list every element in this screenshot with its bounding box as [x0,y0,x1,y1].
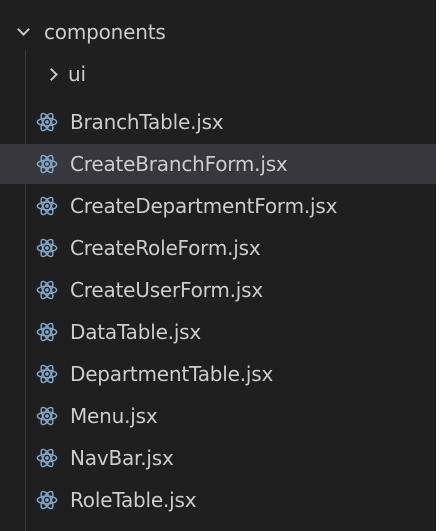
file-item[interactable]: CreateRoleForm.jsx [0,228,436,268]
file-item-label: DepartmentTable.jsx [70,362,274,386]
react-icon [36,279,58,301]
file-item-label: CreateBranchForm.jsx [70,152,288,176]
file-item[interactable]: BranchTable.jsx [0,102,436,142]
file-item[interactable]: CreateDepartmentForm.jsx [0,186,436,226]
file-item-label: Menu.jsx [70,404,158,428]
file-item[interactable]: CreateUserForm.jsx [0,270,436,310]
react-icon [36,237,58,259]
react-icon [36,405,58,427]
file-item-label: CreateUserForm.jsx [70,278,263,302]
react-icon [36,447,58,469]
file-item-label: CreateDepartmentForm.jsx [70,194,338,218]
file-item[interactable]: RoleTable.jsx [0,480,436,520]
chevron-right-icon [40,67,62,81]
chevron-down-icon [12,22,34,36]
folder-ui-label: ui [68,62,86,86]
file-item-label: CreateRoleForm.jsx [70,236,261,260]
react-icon [36,489,58,511]
file-item[interactable]: DataTable.jsx [0,312,436,352]
file-item[interactable]: NavBar.jsx [0,438,436,478]
file-item[interactable]: CreateBranchForm.jsx [0,144,436,184]
file-item-label: NavBar.jsx [70,446,174,470]
file-item[interactable]: Menu.jsx [0,396,436,436]
file-item-label: DataTable.jsx [70,320,202,344]
folder-components-label: components [44,20,166,44]
react-icon [36,321,58,343]
react-icon [36,111,58,133]
folder-components[interactable]: components [0,12,436,52]
file-item-label: BranchTable.jsx [70,110,224,134]
file-item[interactable]: DepartmentTable.jsx [0,354,436,394]
folder-ui[interactable]: ui [0,54,436,94]
react-icon [36,195,58,217]
file-item-label: RoleTable.jsx [70,488,197,512]
react-icon [36,363,58,385]
react-icon [36,153,58,175]
file-explorer-panel: components ui BranchTable.jsx CreateBranc… [0,0,436,531]
